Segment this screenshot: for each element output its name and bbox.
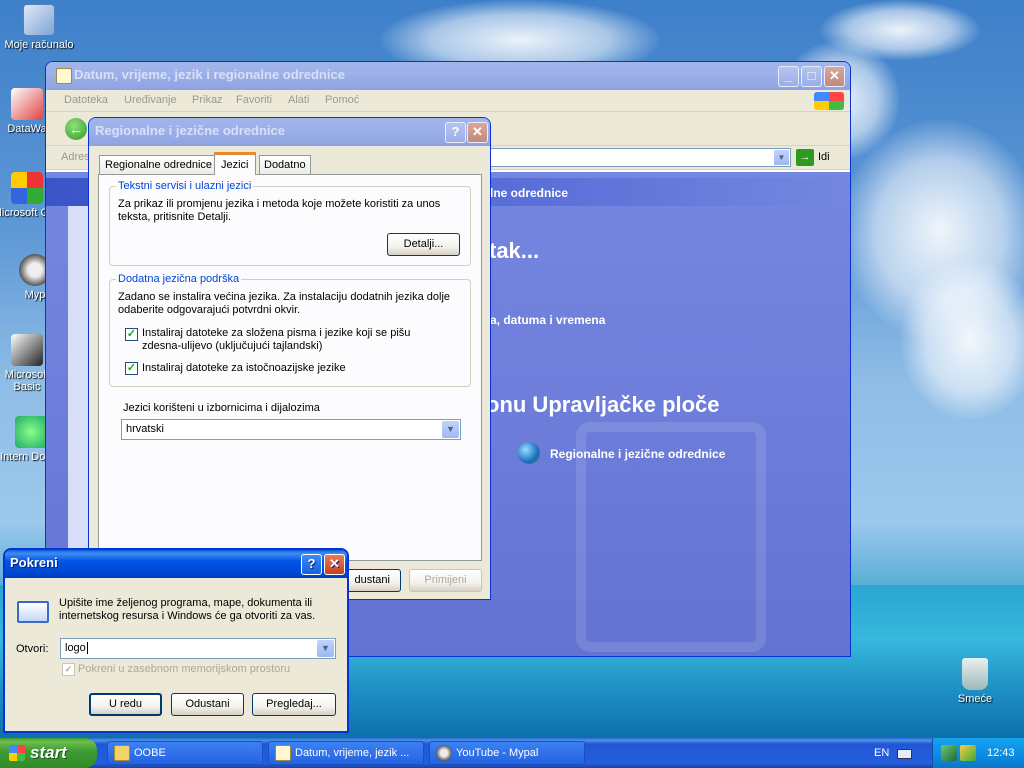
datawa-icon — [11, 88, 43, 120]
text-services-legend: Tekstni servisi i ulazni jezici — [116, 180, 254, 192]
desktop-icon-recycle-bin[interactable]: Smeće — [938, 658, 1012, 705]
menu-bar: Datoteka Uređivanje Prikaz Favoriti Alat… — [46, 90, 850, 112]
desktop-icon-my-computer[interactable]: Moje računalo — [2, 4, 76, 51]
run-dialog-title: Pokreni — [10, 555, 58, 570]
text-services-description: Za prikaz ili promjenu jezika i metoda k… — [118, 198, 441, 223]
regional-close-button[interactable]: ✕ — [467, 122, 488, 143]
network-icon[interactable] — [941, 745, 957, 761]
east-asian-label: Instaliraj datoteke za istočnoazijske je… — [142, 362, 346, 374]
clock: 12:43 — [987, 747, 1015, 759]
windows-flag-icon — [9, 745, 25, 761]
tab-regional[interactable]: Regionalne odrednice — [99, 155, 219, 174]
maximize-button[interactable]: □ — [801, 66, 822, 87]
tab-panel: Tekstni servisi i ulazni jezici Za prika… — [98, 174, 482, 561]
security-icon[interactable] — [960, 745, 976, 761]
folder-icon — [114, 745, 130, 761]
language-indicator[interactable]: EN — [874, 747, 889, 759]
run-dialog-titlebar[interactable]: Pokreni ? ✕ — [5, 550, 347, 578]
menu-tools[interactable]: Alati — [288, 94, 309, 106]
control-panel-small-icon — [275, 745, 291, 761]
watermark — [576, 422, 766, 652]
menu-view[interactable]: Prikaz — [192, 94, 223, 106]
run-cancel-button[interactable]: Odustani — [171, 693, 244, 716]
text-services-group: Tekstni servisi i ulazni jezici Za prika… — [109, 180, 471, 266]
details-button[interactable]: Detalji... — [387, 233, 460, 256]
taskbar-item-oobe[interactable]: OOBE — [107, 741, 263, 765]
basic-icon — [11, 334, 43, 366]
go-arrow-icon[interactable]: → — [796, 149, 814, 166]
go-label[interactable]: Idi — [818, 151, 830, 163]
supplemental-language-group: Dodatna jezična podrška Zadano se instal… — [109, 273, 471, 387]
keyboard-icon[interactable] — [897, 749, 912, 759]
menu-favorites[interactable]: Favoriti — [236, 94, 272, 106]
complex-scripts-checkbox[interactable]: ✓ — [125, 328, 138, 341]
globe-icon — [518, 442, 540, 464]
control-panel-icon — [56, 68, 72, 84]
menu-edit[interactable]: Uređivanje — [124, 94, 177, 106]
supplemental-language-legend: Dodatna jezična podrška — [116, 273, 242, 285]
address-label: Adres — [61, 151, 90, 163]
separate-memory-checkbox[interactable]: ✓ — [62, 663, 75, 676]
raccoon-small-icon — [436, 745, 452, 761]
taskbar-item-control-panel[interactable]: Datum, vrijeme, jezik ... — [268, 741, 424, 765]
pick-task-heading: tak... — [489, 238, 540, 263]
system-tray: 12:43 — [932, 738, 1024, 768]
msvc-icon — [11, 172, 43, 204]
start-button[interactable]: start — [0, 738, 97, 768]
address-dropdown-icon[interactable]: ▼ — [774, 150, 789, 165]
close-button[interactable]: ✕ — [824, 66, 845, 87]
recycle-bin-icon — [962, 658, 988, 690]
run-help-button[interactable]: ? — [301, 554, 322, 575]
computer-icon — [23, 4, 55, 36]
run-close-button[interactable]: ✕ — [324, 554, 345, 575]
taskbar: start OOBE Datum, vrijeme, jezik ... You… — [0, 738, 1024, 768]
address-input[interactable]: ▼ — [486, 148, 791, 167]
download-icon — [15, 416, 47, 448]
run-program-icon — [17, 601, 49, 623]
ui-language-select[interactable]: hrvatski ▼ — [121, 419, 461, 440]
separate-memory-label: Pokreni u zasebnom memorijskom prostoru — [78, 663, 291, 675]
chevron-down-icon[interactable]: ▼ — [442, 421, 459, 438]
complex-scripts-label: Instaliraj datoteke za složena pisma i j… — [142, 327, 411, 352]
control-panel-title: Datum, vrijeme, jezik i regionalne odred… — [74, 67, 345, 82]
open-label: Otvori: — [16, 643, 49, 655]
task-link[interactable]: a, datuma i vremena — [490, 313, 605, 327]
tab-languages[interactable]: Jezici — [214, 152, 256, 175]
east-asian-checkbox[interactable]: ✓ — [125, 362, 138, 375]
taskbar-item-mypal[interactable]: YouTube - Mypal — [429, 741, 585, 765]
regional-dialog: Regionalne i jezične odrednice ? ✕ Regio… — [88, 117, 491, 600]
menu-file[interactable]: Datoteka — [64, 94, 108, 106]
supplemental-description: Zadano se instalira većina jezika. Za in… — [118, 291, 451, 316]
open-input[interactable]: logo ▼ — [60, 638, 336, 659]
open-input-value: logo — [65, 642, 86, 654]
ui-language-value: hrvatski — [126, 423, 164, 435]
ui-language-label: Jezici korišteni u izbornicima i dijaloz… — [123, 402, 320, 414]
menu-help[interactable]: Pomoć — [325, 94, 359, 106]
pick-icon-heading: onu Upravljačke ploče — [486, 392, 720, 417]
ok-button[interactable]: U redu — [89, 693, 162, 716]
run-description: Upišite ime željenog programa, mape, dok… — [59, 597, 316, 622]
minimize-button[interactable]: _ — [778, 66, 799, 87]
help-button[interactable]: ? — [445, 122, 466, 143]
back-arrow-icon[interactable]: ← — [65, 118, 87, 140]
browse-button[interactable]: Pregledaj... — [252, 693, 336, 716]
open-dropdown-icon[interactable]: ▼ — [317, 640, 334, 657]
regional-dialog-titlebar[interactable]: Regionalne i jezične odrednice ? ✕ — [89, 118, 490, 146]
regional-dialog-title: Regionalne i jezične odrednice — [95, 123, 285, 138]
control-panel-titlebar[interactable]: Datum, vrijeme, jezik i regionalne odred… — [46, 62, 850, 90]
tab-advanced[interactable]: Dodatno — [259, 155, 311, 174]
windows-logo-icon — [814, 92, 844, 110]
apply-button[interactable]: Primijeni — [409, 569, 482, 592]
header-title-partial: lne odrednice — [490, 186, 569, 200]
run-dialog: Pokreni ? ✕ Upišite ime željenog program… — [3, 548, 349, 733]
